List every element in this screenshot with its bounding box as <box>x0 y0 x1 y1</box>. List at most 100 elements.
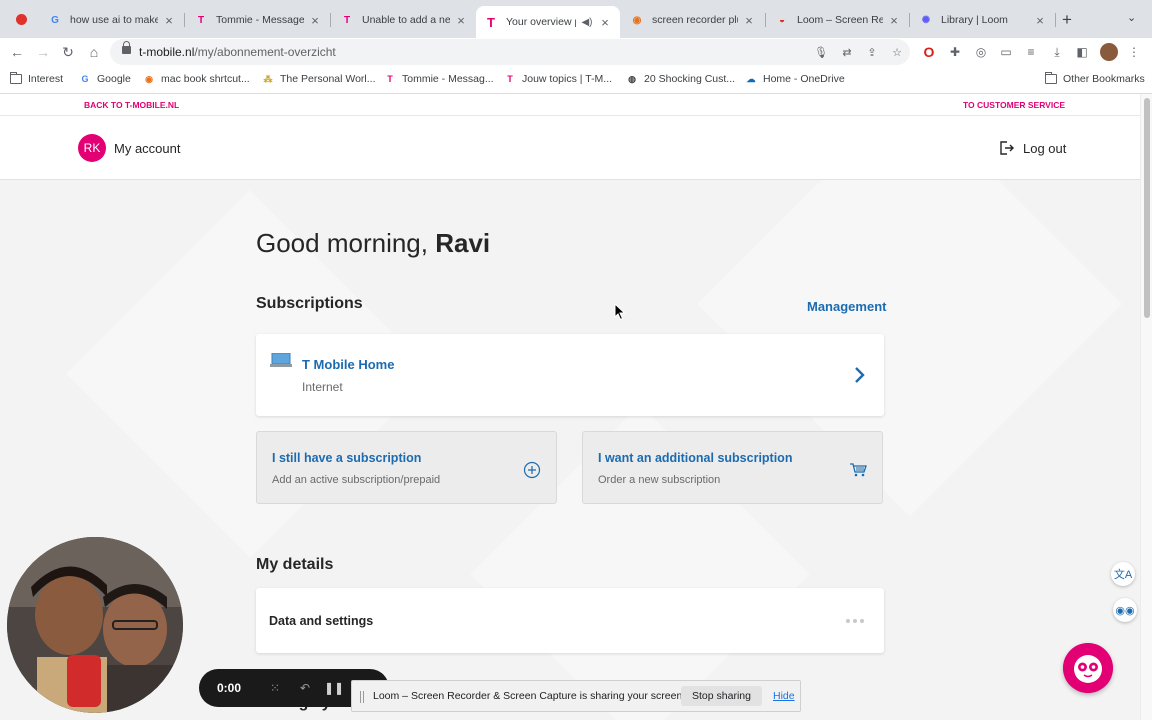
google-icon: G <box>51 14 59 26</box>
address-bar[interactable]: t-mobile.nl/my/abonnement-overzicht 🎙︎ ⇄… <box>110 39 910 65</box>
pause-icon[interactable]: ❚❚ <box>324 680 344 696</box>
undo-icon[interactable]: ↶ <box>297 680 313 696</box>
screen-share-notification: Loom – Screen Recorder & Screen Capture … <box>351 680 801 712</box>
share-icon[interactable]: ⇪ <box>864 44 880 60</box>
bookmark-mac-shortcuts[interactable]: ◉ mac book shrtcut... <box>143 73 250 85</box>
logout-link[interactable]: Log out <box>1023 141 1066 156</box>
grid-drag-icon[interactable]: ⁙ <box>267 680 283 696</box>
google-icon: G <box>81 74 89 84</box>
side-panel-icon[interactable]: ◧ <box>1073 43 1091 61</box>
laptop-icon <box>270 353 292 367</box>
loom-icon: ✺ <box>921 14 931 26</box>
accessibility-widget-icon[interactable]: ◉◉ <box>1113 598 1137 622</box>
back-to-tmobile-link[interactable]: BACK TO T-MOBILE.NL <box>84 100 179 110</box>
bookmark-shocking[interactable]: ◍ 20 Shocking Cust... <box>626 73 735 85</box>
close-tab-icon[interactable]: × <box>454 13 468 28</box>
chat-assistant-icon[interactable] <box>1063 643 1113 693</box>
sparkle-icon: ⁂ <box>263 73 273 84</box>
scrollbar-thumb[interactable] <box>1144 98 1150 318</box>
profile-avatar[interactable] <box>1100 43 1118 61</box>
plus-circle-icon <box>523 461 541 479</box>
add-existing-subscription-card[interactable]: I still have a subscription Add an activ… <box>256 431 557 504</box>
customer-service-link[interactable]: TO CUSTOMER SERVICE <box>963 100 1065 110</box>
tab-google-search[interactable]: G how use ai to make m × <box>40 6 184 34</box>
close-tab-icon[interactable]: × <box>1033 13 1047 28</box>
subscriptions-title: Subscriptions <box>256 295 363 312</box>
forward-arrow-icon[interactable]: → <box>32 41 54 63</box>
tmobile-icon: T <box>387 74 393 84</box>
other-bookmarks[interactable]: Other Bookmarks <box>1045 72 1145 85</box>
opera-icon: ◉ <box>632 14 642 26</box>
bookmarks-bar: Interest G Google ◉ mac book shrtcut... ⁂ T… <box>0 66 1152 94</box>
close-tab-icon[interactable]: × <box>598 15 612 30</box>
recording-indicator-icon <box>16 14 27 25</box>
reload-icon[interactable]: ↻ <box>57 41 79 63</box>
logout-icon[interactable] <box>998 140 1014 156</box>
bookmark-onedrive[interactable]: ☁ Home - OneDrive <box>745 73 845 85</box>
data-settings-card[interactable]: Data and settings <box>256 588 884 653</box>
avatar[interactable]: RK <box>78 134 106 162</box>
close-tab-icon[interactable]: × <box>308 13 322 28</box>
bookmark-personal-world[interactable]: ⁂ The Personal Worl... <box>262 73 376 85</box>
opera-extension-icon[interactable]: O <box>920 43 938 61</box>
folder-icon <box>1045 72 1057 85</box>
cart-icon <box>850 463 867 477</box>
my-details-title: My details <box>256 556 334 573</box>
close-tab-icon[interactable]: × <box>162 13 176 28</box>
translate-icon[interactable]: ⇄ <box>839 44 855 60</box>
order-new-subscription-card[interactable]: I want an additional subscription Order … <box>582 431 883 504</box>
loom-extension-icon[interactable]: ◎ <box>972 43 990 61</box>
recording-timer: 0:00 <box>217 681 242 695</box>
subscription-card[interactable]: T Mobile Home Internet <box>256 334 884 416</box>
download-icon[interactable]: ⤓ <box>1048 43 1066 61</box>
order-new-title: I want an additional subscription <box>598 451 793 465</box>
bookmark-star-icon[interactable]: ☆ <box>889 44 905 60</box>
account-header: RK My account Log out <box>0 116 1140 180</box>
tmobile-icon: T <box>197 14 205 26</box>
close-tab-icon[interactable]: × <box>742 13 756 28</box>
extensions-puzzle-icon[interactable]: ✚ <box>946 43 964 61</box>
cast-icon[interactable]: ▭ <box>997 43 1015 61</box>
browser-tab-bar: G how use ai to make m × T Tommie - Mess… <box>0 0 1152 38</box>
close-tab-icon[interactable]: × <box>887 13 901 28</box>
bookmark-tommie[interactable]: T Tommie - Messag... <box>384 73 493 85</box>
my-account-link[interactable]: My account <box>114 141 180 156</box>
audio-playing-icon[interactable]: ◀) <box>580 17 594 28</box>
globe-icon: ◍ <box>628 73 636 84</box>
bookmark-interest[interactable]: Interest <box>10 72 63 85</box>
folder-icon <box>10 72 22 85</box>
bookmark-google[interactable]: G Google <box>79 73 130 85</box>
share-message: Loom – Screen Recorder & Screen Capture … <box>373 690 686 702</box>
home-icon[interactable]: ⌂ <box>83 41 105 63</box>
new-tab-icon[interactable]: + <box>1062 10 1072 30</box>
greeting-heading: Good morning, Ravi <box>256 228 491 258</box>
data-settings-title: Data and settings <box>269 614 374 628</box>
tab-screen-recorder[interactable]: ◉ screen recorder plug × <box>622 6 764 34</box>
subscription-type: Internet <box>302 380 343 394</box>
browser-toolbar: ← → ↻ ⌂ t-mobile.nl/my/abonnement-overzi… <box>0 38 1152 66</box>
page-scrollbar[interactable] <box>1140 94 1152 720</box>
tmobile-icon: T <box>487 14 495 30</box>
tab-loom-library[interactable]: ✺ Library | Loom × <box>911 6 1055 34</box>
back-arrow-icon[interactable]: ← <box>6 41 28 63</box>
opera-icon: ◉ <box>145 73 153 84</box>
drag-handle-icon[interactable] <box>360 691 364 703</box>
reading-list-icon[interactable]: ≡ <box>1022 43 1040 61</box>
tab-tommie-messages[interactable]: T Tommie - Messages × <box>186 6 330 34</box>
hide-button[interactable]: Hide <box>773 690 795 702</box>
url-text[interactable]: t-mobile.nl/my/abonnement-overzicht <box>139 45 336 59</box>
add-existing-subtitle: Add an active subscription/prepaid <box>272 474 441 486</box>
microphone-icon[interactable]: 🎙︎ <box>813 44 829 60</box>
browser-menu-icon[interactable]: ⋮ <box>1125 43 1143 61</box>
bookmark-jouw-topics[interactable]: T Jouw topics | T-M... <box>504 73 612 85</box>
management-link[interactable]: Management <box>807 299 886 314</box>
webcam-bubble[interactable] <box>7 537 183 713</box>
order-new-subtitle: Order a new subscription <box>598 474 721 486</box>
chevron-right-icon <box>855 367 865 383</box>
translate-widget-icon[interactable]: 文A <box>1111 562 1135 586</box>
tab-search-chevron-icon[interactable]: ⌄ <box>1127 11 1136 24</box>
tab-your-overview[interactable]: T Your overview p ◀) × <box>476 6 620 38</box>
tab-loom-store[interactable]: ◒ Loom – Screen Reco × <box>767 6 909 34</box>
tab-unable-to-add[interactable]: T Unable to add a new × <box>332 6 476 34</box>
stop-sharing-button[interactable]: Stop sharing <box>681 686 762 706</box>
